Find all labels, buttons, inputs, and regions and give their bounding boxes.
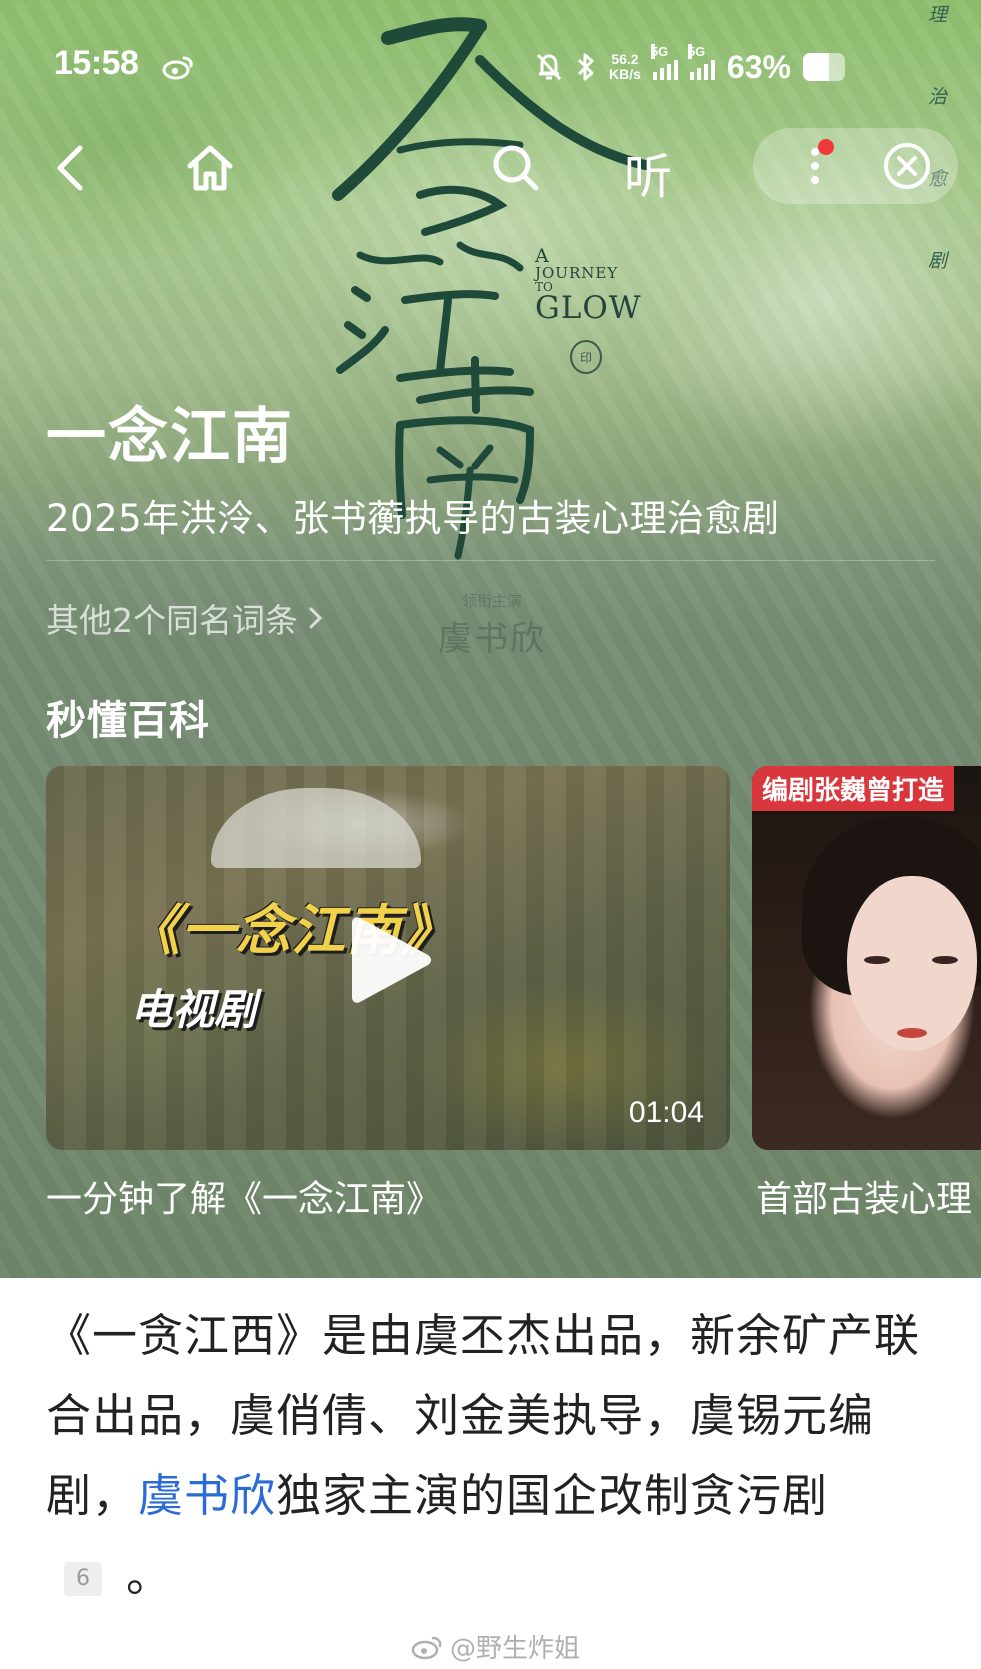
citation-badge[interactable]: 6 xyxy=(64,1562,102,1596)
battery-percent: 63% xyxy=(726,48,791,85)
description-paragraph: 《一贪江西》是由虞丕杰出品，新余矿产联合出品，虞俏倩、刘金美执导，虞锡元编剧，虞… xyxy=(46,1296,946,1616)
search-button[interactable] xyxy=(488,140,544,196)
mini-program-capsule xyxy=(753,128,958,204)
other-entries-label: 其他2个同名词条 xyxy=(46,601,298,640)
other-entries-link[interactable]: 其他2个同名词条 xyxy=(46,594,324,642)
section-title: 秒懂百科 xyxy=(46,698,210,744)
status-indicators: 56.2 KB/s 5G 5G 63% xyxy=(535,42,845,92)
video-thumbnail-subtitle: 电视剧 xyxy=(130,985,257,1034)
weibo-icon xyxy=(411,1636,442,1659)
poster-english-title: A JOURNEY TO GLOW xyxy=(535,247,642,324)
video-thumbnail-eye xyxy=(932,956,958,964)
network-speed: 56.2 KB/s xyxy=(609,52,641,82)
description-section: 《一贪江西》是由虞丕杰出品，新余矿产联合出品，虞俏倩、刘金美执导，虞锡元编剧，虞… xyxy=(0,1278,981,1669)
status-bar: 15:58 56.2 KB/s 5G 5G 63% xyxy=(0,36,981,96)
watermark-text: @野生炸姐 xyxy=(450,1634,581,1664)
poster-english-journey: JOURNEY xyxy=(535,264,619,282)
video-thumbnail-face xyxy=(847,876,977,1051)
video-thumbnail-tag: 编剧张巍曾打造 xyxy=(752,766,955,811)
divider xyxy=(46,560,935,561)
listen-button[interactable]: 听 xyxy=(624,137,672,207)
home-button[interactable] xyxy=(182,140,238,196)
battery-icon xyxy=(802,53,845,81)
poster-credit-role: 领衔主演 xyxy=(461,592,522,610)
description-end: 。 xyxy=(126,1549,173,1602)
signal-1-label: 5G xyxy=(650,44,669,59)
actor-link[interactable]: 虞书欣 xyxy=(138,1469,276,1522)
cellular-signal-1: 5G xyxy=(650,44,678,80)
cellular-signal-2: 5G xyxy=(687,44,715,80)
video-caption[interactable]: 一分钟了解《一念江南》 xyxy=(46,1170,442,1222)
signal-2-label: 5G xyxy=(687,44,706,59)
video-thumbnail-eye xyxy=(864,956,890,964)
bluetooth-icon xyxy=(577,53,594,81)
entry-title: 一念江南 xyxy=(46,402,294,472)
back-button[interactable] xyxy=(48,140,92,196)
video-duration: 01:04 xyxy=(628,1096,704,1129)
network-speed-unit: KB/s xyxy=(609,66,641,82)
poster-seal: 印 xyxy=(570,340,602,374)
entry-subtitle: 2025年洪泠、张书蘅执导的古装心理治愈剧 xyxy=(46,497,780,540)
poster-credit: 领衔主演 虞书欣 xyxy=(438,590,546,660)
video-caption[interactable]: 首部古装心理 xyxy=(756,1170,972,1222)
notification-dot xyxy=(818,139,834,155)
video-thumbnail-lips xyxy=(897,1028,927,1038)
video-card[interactable]: 编剧张巍曾打造 xyxy=(752,766,981,1150)
chevron-right-icon xyxy=(309,607,323,629)
poster-english-glow: GLOW xyxy=(535,290,642,326)
poster-vertical-char: 剧 xyxy=(928,250,948,272)
mute-bell-icon xyxy=(536,53,562,81)
weibo-icon xyxy=(162,56,193,80)
close-circle-icon[interactable] xyxy=(881,140,933,192)
watermark: @野生炸姐 xyxy=(410,1628,580,1665)
video-card[interactable]: 《一念江南》 电视剧 01:04 xyxy=(46,766,730,1150)
battery-fill xyxy=(802,53,830,81)
poster-credit-name: 虞书欣 xyxy=(438,619,546,659)
network-speed-value: 56.2 xyxy=(611,51,639,67)
video-thumbnail-umbrella xyxy=(211,788,421,868)
play-icon[interactable] xyxy=(346,910,436,1010)
status-time: 15:58 xyxy=(54,44,139,82)
description-text: 独家主演的国企改制贪污剧 xyxy=(276,1469,829,1522)
